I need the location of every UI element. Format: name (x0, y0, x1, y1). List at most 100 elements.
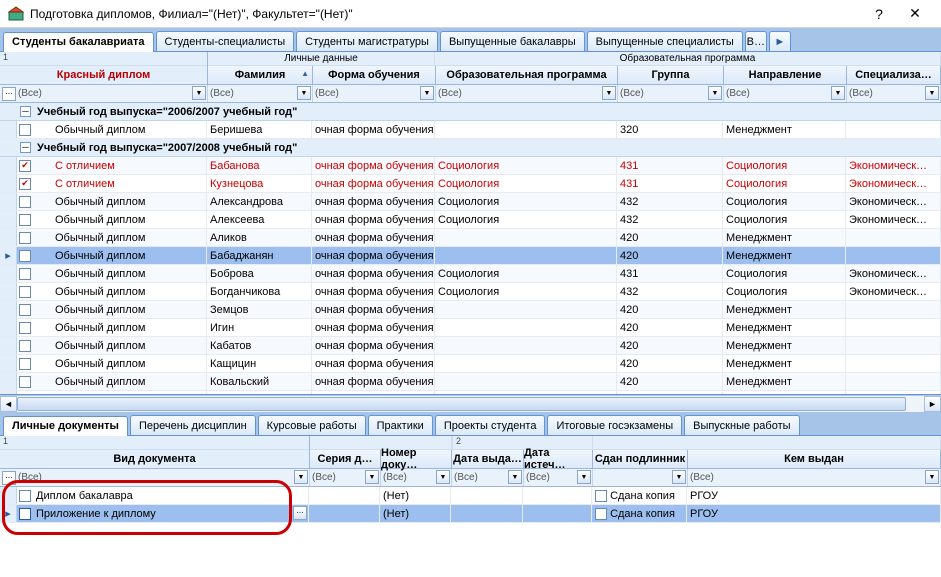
dropdown-icon[interactable]: ▼ (436, 470, 450, 484)
lower-grid[interactable]: Диплом бакалавра (Нет) Сдана копия РГОУ … (0, 487, 941, 557)
col-original[interactable]: Сдан подлинник (593, 450, 688, 468)
tab-overflow[interactable]: В… (745, 31, 767, 51)
collapse-icon[interactable]: ─ (20, 142, 31, 153)
checkbox[interactable] (19, 490, 31, 502)
tab-thesis[interactable]: Выпускные работы (684, 415, 799, 435)
scroll-right-icon[interactable]: ► (924, 396, 941, 412)
col-doctype[interactable]: Вид документа (0, 450, 309, 468)
col-series[interactable]: Серия д… (310, 450, 381, 468)
table-row[interactable]: ▸Обычный дипломБабаджаняночная форма обу… (0, 247, 941, 265)
filter-family[interactable]: (Все)▼ (208, 85, 313, 102)
main-grid[interactable]: ─ Учебный год выпуска="2006/2007 учебный… (0, 103, 941, 395)
scroll-left-icon[interactable]: ◄ (0, 396, 17, 412)
lfilter-issuer[interactable]: (Все)▼ (688, 469, 941, 486)
tab-personal-docs[interactable]: Личные документы (3, 416, 128, 436)
col-number[interactable]: Номер доку… (381, 450, 452, 468)
table-row[interactable]: Обычный дипломАлександроваочная форма об… (0, 193, 941, 211)
filter-btn-icon[interactable]: ⋯ (2, 87, 16, 101)
col-issuedate[interactable]: Дата выда… (452, 450, 524, 468)
dropdown-icon[interactable]: ▼ (508, 470, 522, 484)
filter-form[interactable]: (Все)▼ (313, 85, 436, 102)
checkbox[interactable] (19, 196, 31, 208)
tab-practices[interactable]: Практики (368, 415, 433, 435)
checkbox[interactable] (19, 358, 31, 370)
checkbox[interactable] (19, 214, 31, 226)
dropdown-icon[interactable]: ▼ (297, 86, 311, 100)
cell-dropdown-icon[interactable]: ⋯ (293, 506, 307, 520)
lfilter-original[interactable]: ▼ (593, 469, 688, 486)
tab-disciplines[interactable]: Перечень дисциплин (130, 415, 256, 435)
checkbox[interactable] (595, 490, 607, 502)
table-row[interactable]: Обычный дипломЗемцовочная форма обучения… (0, 301, 941, 319)
dropdown-icon[interactable]: ▼ (672, 470, 686, 484)
table-row[interactable]: Обычный дипломКащициночная форма обучени… (0, 355, 941, 373)
dropdown-icon[interactable]: ▼ (420, 86, 434, 100)
col-form[interactable]: Форма обучения (313, 66, 436, 84)
col-group[interactable]: Группа (618, 66, 724, 84)
col-direction[interactable]: Направление (724, 66, 847, 84)
checkbox[interactable] (595, 508, 607, 520)
tab-students-specialist[interactable]: Студенты-специалисты (156, 31, 295, 51)
lfilter-doctype[interactable]: ⋯(Все)▼ (0, 469, 310, 486)
table-row[interactable]: Обычный дипломБеришеваочная форма обучен… (0, 121, 941, 139)
dropdown-icon[interactable]: ▼ (708, 86, 722, 100)
dropdown-icon[interactable]: ▼ (925, 86, 939, 100)
filter-btn-icon[interactable]: ⋯ (2, 471, 16, 485)
checkbox[interactable] (19, 376, 31, 388)
checkbox[interactable] (19, 508, 31, 520)
filter-spec[interactable]: (Все)▼ (847, 85, 941, 102)
table-row[interactable]: С отличиемКузнецоваочная форма обученияС… (0, 175, 941, 193)
checkbox[interactable] (19, 304, 31, 316)
dropdown-icon[interactable]: ▼ (192, 86, 206, 100)
collapse-icon[interactable]: ─ (20, 106, 31, 117)
tab-students-master[interactable]: Студенты магистратуры (296, 31, 438, 51)
dropdown-icon[interactable]: ▼ (577, 470, 591, 484)
dropdown-icon[interactable]: ▼ (831, 86, 845, 100)
group-row[interactable]: ─ Учебный год выпуска="2006/2007 учебный… (0, 103, 941, 121)
checkbox[interactable] (19, 232, 31, 244)
cell-doctype[interactable]: Приложение к диплому ⋯ (33, 505, 309, 522)
table-row[interactable]: Диплом бакалавра (Нет) Сдана копия РГОУ (0, 487, 941, 505)
checkbox[interactable] (19, 340, 31, 352)
lfilter-series[interactable]: (Все)▼ (310, 469, 381, 486)
col-specialization[interactable]: Специализа… (847, 66, 941, 84)
lfilter-expdate[interactable]: (Все)▼ (524, 469, 593, 486)
checkbox[interactable] (19, 322, 31, 334)
table-row[interactable]: Обычный дипломАлексееваочная форма обуче… (0, 211, 941, 229)
col-family[interactable]: Фамилия▲ (208, 66, 313, 84)
table-row[interactable]: Обычный дипломБогданчиковаочная форма об… (0, 283, 941, 301)
dropdown-icon[interactable]: ▼ (365, 470, 379, 484)
tab-students-bachelor[interactable]: Студенты бакалавриата (3, 32, 154, 52)
checkbox[interactable] (19, 268, 31, 280)
filter-red[interactable]: ⋯ (Все) ▼ (0, 85, 208, 102)
group-row[interactable]: ─ Учебный год выпуска="2007/2008 учебный… (0, 139, 941, 157)
checkbox[interactable] (19, 124, 31, 136)
tab-coursework[interactable]: Курсовые работы (258, 415, 366, 435)
lfilter-number[interactable]: (Все)▼ (381, 469, 452, 486)
dropdown-icon[interactable]: ▼ (294, 470, 308, 484)
lfilter-issuedate[interactable]: (Все)▼ (452, 469, 524, 486)
table-row[interactable]: С отличиемБабановаочная форма обученияСо… (0, 157, 941, 175)
dropdown-icon[interactable]: ▼ (602, 86, 616, 100)
table-row[interactable]: Обычный дипломКовальскийочная форма обуч… (0, 373, 941, 391)
checkbox[interactable] (19, 178, 31, 190)
scrollbar-horizontal[interactable]: ◄ ► (0, 395, 941, 412)
close-button[interactable]: ✕ (897, 0, 933, 28)
tab-projects[interactable]: Проекты студента (435, 415, 546, 435)
checkbox[interactable] (19, 286, 31, 298)
table-row[interactable]: Обычный дипломАликовочная форма обучения… (0, 229, 941, 247)
col-program[interactable]: Образовательная программа (436, 66, 618, 84)
table-row[interactable]: ▸ Приложение к диплому ⋯ (Нет) Сдана коп… (0, 505, 941, 523)
col-red-diploma[interactable]: Красный диплом (0, 66, 207, 84)
col-issuer[interactable]: Кем выдан (688, 450, 941, 468)
tab-graduated-specialist[interactable]: Выпущенные специалисты (587, 31, 743, 51)
dropdown-icon[interactable]: ▼ (925, 470, 939, 484)
col-expdate[interactable]: Дата истеч… (524, 450, 593, 468)
table-row[interactable]: Обычный дипломИгиночная форма обучения42… (0, 319, 941, 337)
filter-direction[interactable]: (Все)▼ (724, 85, 847, 102)
filter-group[interactable]: (Все)▼ (618, 85, 724, 102)
tab-exams[interactable]: Итоговые госэкзамены (547, 415, 682, 435)
filter-program[interactable]: (Все)▼ (436, 85, 618, 102)
help-button[interactable]: ? (861, 0, 897, 28)
tab-graduated-bachelor[interactable]: Выпущенные бакалавры (440, 31, 585, 51)
